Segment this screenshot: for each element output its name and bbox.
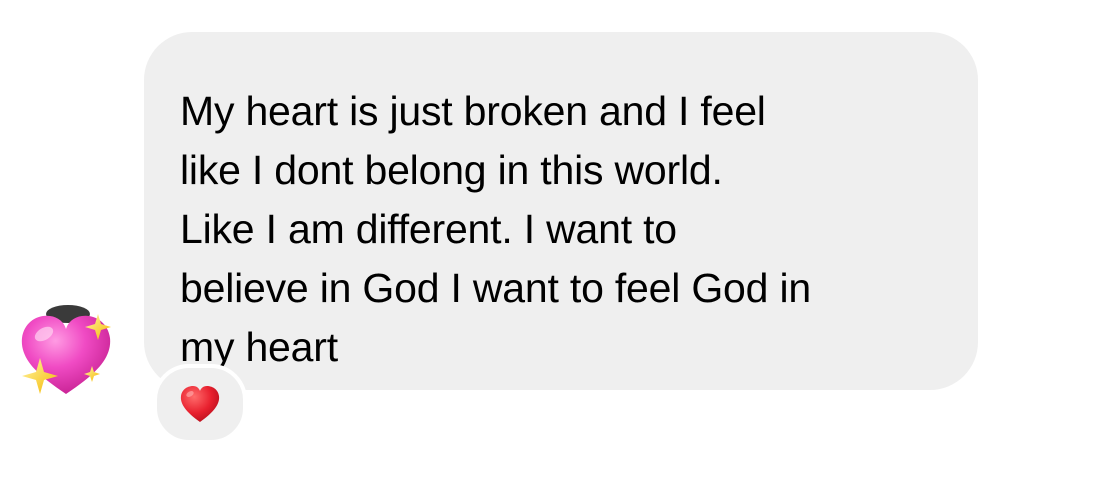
message-bubble[interactable]: My heart is just broken and I feel like …: [144, 32, 978, 390]
reaction-badge[interactable]: [153, 364, 247, 444]
sparkling-heart-icon: [21, 305, 111, 394]
message-thread: My heart is just broken and I feel like …: [0, 0, 1099, 480]
red-heart-icon: [180, 386, 220, 422]
sender-avatar[interactable]: [14, 302, 118, 406]
message-text: My heart is just broken and I feel like …: [180, 88, 811, 370]
